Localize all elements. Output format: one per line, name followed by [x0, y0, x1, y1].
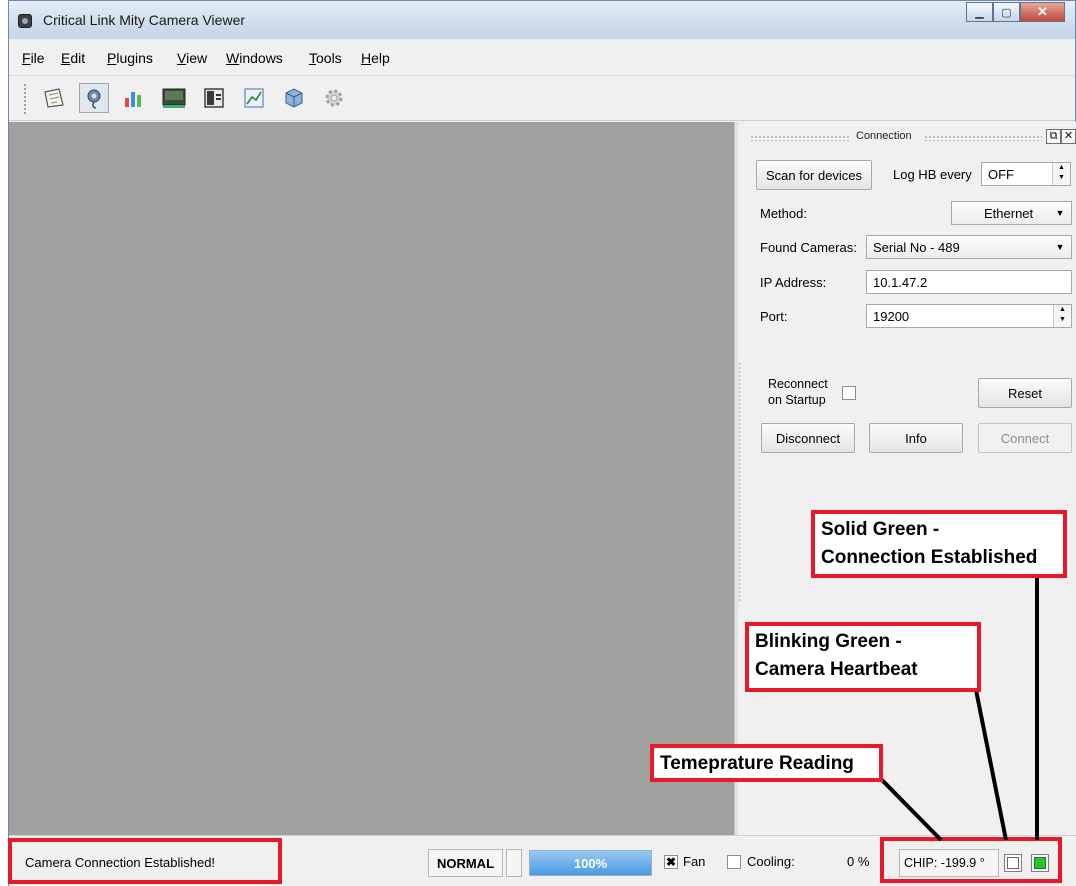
- image-display-area[interactable]: [9, 122, 734, 835]
- window-title: Critical Link Mity Camera Viewer: [43, 12, 246, 28]
- histogram-tool-button[interactable]: [119, 83, 149, 113]
- reset-button[interactable]: Reset: [978, 378, 1072, 408]
- mode-indicator: NORMAL: [428, 849, 503, 877]
- spin-arrows-icon[interactable]: ▲ ▼: [1052, 163, 1070, 185]
- gear-tool-button[interactable]: [319, 83, 349, 113]
- ip-address-input[interactable]: 10.1.47.2: [866, 270, 1072, 294]
- port-spinbox[interactable]: 19200 ▲ ▼: [866, 304, 1072, 328]
- dock-title-bar[interactable]: Connection ⧉ ✕: [738, 127, 1076, 145]
- progress-bar: 100%: [529, 850, 652, 876]
- menu-edit[interactable]: Edit: [61, 50, 85, 66]
- port-value: 19200: [873, 308, 910, 324]
- chevron-down-icon: ▼: [1055, 242, 1065, 252]
- ip-address-label: IP Address:: [760, 275, 827, 290]
- chart-icon: [244, 88, 264, 108]
- panel-icon: [204, 88, 224, 108]
- reconnect-label-line1: Reconnect: [768, 377, 828, 391]
- method-select[interactable]: Ethernet ▼: [951, 201, 1072, 225]
- dock-grip-left: [750, 135, 850, 141]
- maximize-icon: ▢: [1001, 6, 1012, 19]
- log-hb-spinbox[interactable]: OFF ▲ ▼: [981, 162, 1071, 186]
- chart-tool-button[interactable]: [239, 83, 269, 113]
- scan-devices-button[interactable]: Scan for devices: [756, 160, 872, 190]
- toolbar: [9, 77, 1075, 121]
- camera-settings-icon: [87, 89, 101, 109]
- fan-checkbox[interactable]: ✖: [664, 855, 678, 869]
- cooling-checkbox[interactable]: [727, 855, 741, 869]
- notes-tool-button[interactable]: [39, 83, 69, 113]
- cube-icon: [285, 88, 303, 108]
- cooling-label: Cooling:: [747, 854, 795, 869]
- menu-help[interactable]: Help: [361, 50, 390, 66]
- method-label: Method:: [760, 206, 807, 221]
- menu-bar: File Edit Plugins View Windows Tools Hel…: [9, 40, 1075, 76]
- cooling-value: 0 %: [847, 854, 870, 869]
- camera-settings-tool-button[interactable]: [79, 83, 109, 113]
- method-value: Ethernet: [984, 205, 1034, 221]
- float-icon: ⧉: [1049, 130, 1058, 142]
- notes-icon: [44, 88, 64, 108]
- fan-label: Fan: [683, 854, 706, 869]
- title-bar[interactable]: Critical Link Mity Camera Viewer ▁ ▢ ✕: [9, 1, 1075, 39]
- minimize-icon: ▁: [975, 6, 984, 19]
- connection-annotation: Solid Green - Connection Established: [811, 510, 1067, 578]
- histogram-icon: [125, 92, 141, 107]
- gear-icon: [325, 89, 343, 107]
- heartbeat-annotation-line2: Camera Heartbeat: [755, 659, 918, 680]
- disconnect-button[interactable]: Disconnect: [761, 423, 855, 453]
- panel-tool-button[interactable]: [199, 83, 229, 113]
- found-cameras-label: Found Cameras:: [760, 240, 857, 255]
- maximize-button[interactable]: ▢: [993, 2, 1020, 22]
- heartbeat-annotation-line1: Blinking Green -: [755, 631, 902, 652]
- check-icon: ✖: [665, 855, 677, 869]
- port-label: Port:: [760, 309, 788, 324]
- indicators-highlight: [880, 837, 1062, 883]
- app-window: Critical Link Mity Camera Viewer ▁ ▢ ✕ F…: [8, 0, 1076, 886]
- minimize-button[interactable]: ▁: [966, 2, 993, 22]
- toolbar-grip[interactable]: [23, 83, 27, 115]
- cube-tool-button[interactable]: [279, 83, 309, 113]
- connect-button[interactable]: Connect: [978, 423, 1072, 453]
- connection-annotation-line1: Solid Green -: [821, 519, 940, 540]
- temperature-annotation: Temeprature Reading: [650, 744, 883, 782]
- menu-tools[interactable]: Tools: [309, 50, 342, 66]
- dock-edge-grip: [738, 362, 741, 602]
- connection-annotation-line2: Connection Established: [821, 547, 1038, 568]
- ip-address-value: 10.1.47.2: [873, 274, 928, 290]
- video-display-tool-button[interactable]: [159, 83, 189, 113]
- menu-plugins[interactable]: Plugins: [107, 50, 153, 66]
- spin-arrows-icon[interactable]: ▲ ▼: [1053, 305, 1071, 327]
- status-message-highlight: [8, 838, 282, 884]
- close-icon: ✕: [1037, 4, 1048, 19]
- reconnect-checkbox[interactable]: [842, 386, 856, 400]
- connection-dock: Connection ⧉ ✕ Scan for devices Log HB e…: [738, 122, 1076, 835]
- status-separator-box: [506, 849, 522, 877]
- menu-windows[interactable]: Windows: [226, 50, 283, 66]
- chevron-down-icon: ▼: [1055, 208, 1065, 218]
- window-controls: ▁ ▢ ✕: [966, 2, 1065, 22]
- dock-title: Connection: [856, 130, 912, 142]
- menu-view[interactable]: View: [177, 50, 207, 66]
- info-button[interactable]: Info: [869, 423, 963, 453]
- close-icon: ✕: [1063, 130, 1074, 142]
- menu-file[interactable]: File: [22, 50, 45, 66]
- video-display-icon: [162, 88, 186, 108]
- close-button[interactable]: ✕: [1020, 2, 1065, 22]
- reconnect-label-line2: on Startup: [768, 393, 826, 407]
- dock-grip-right: [924, 135, 1042, 141]
- heartbeat-annotation: Blinking Green - Camera Heartbeat: [745, 622, 981, 692]
- log-hb-value: OFF: [988, 166, 1014, 182]
- log-hb-label: Log HB every: [893, 167, 972, 182]
- camera-app-icon: [18, 14, 32, 28]
- found-cameras-select[interactable]: Serial No - 489 ▼: [866, 235, 1072, 259]
- dock-close-button[interactable]: ✕: [1061, 129, 1076, 144]
- found-cameras-value: Serial No - 489: [873, 239, 960, 255]
- dock-float-button[interactable]: ⧉: [1046, 129, 1061, 144]
